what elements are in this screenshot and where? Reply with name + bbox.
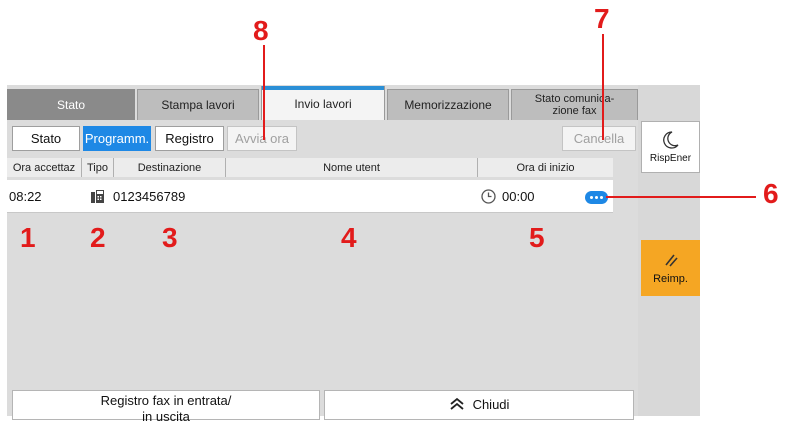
tab-memorizzazione[interactable]: Memorizzazione [387,89,509,120]
programmed-button[interactable]: Programm. [83,126,151,151]
callout-8: 8 [253,15,269,46]
row-start-time: 00:00 [502,188,535,204]
column-header-ora-di-inizio[interactable]: Ora di inizio [478,158,613,177]
callout-5: 5 [529,222,545,253]
callout-2: 2 [90,222,106,253]
row-destination: 0123456789 [113,188,186,204]
tab-stampa-lavori[interactable]: Stampa lavori [137,89,259,120]
energy-saver-label: RispEner [649,152,692,164]
moon-icon [662,130,679,149]
callout-1: 1 [20,222,36,253]
reset-icon [663,252,679,268]
callout-6: 6 [763,178,779,209]
reset-label: Reimp. [653,272,688,285]
chevrons-up-icon [449,397,465,411]
column-header-ora-accettaz[interactable]: Ora accettaz [7,158,82,177]
reset-button[interactable]: Reimp. [641,240,700,296]
callout-8-line [263,45,265,140]
callout-7: 7 [594,3,610,34]
callout-3: 3 [162,222,178,253]
callout-6-line [606,196,756,198]
tab-stato[interactable]: Stato [7,89,135,120]
stato-button[interactable]: Stato [12,126,80,151]
column-header-destinazione[interactable]: Destinazione [114,158,226,177]
row-time: 08:22 [9,188,42,204]
registro-button[interactable]: Registro [155,126,224,151]
close-label: Chiudi [472,397,510,412]
clock-icon [481,189,496,204]
tab-invio-lavori[interactable]: Invio lavori [261,86,385,120]
ellipsis-icon[interactable] [585,191,608,204]
avvia-ora-button[interactable]: Avvia ora [227,126,297,151]
callout-4: 4 [341,222,357,253]
callout-7-line [602,34,604,140]
energy-saver-button[interactable]: RispEner [641,121,700,173]
cancella-button[interactable]: Cancella [562,126,636,151]
column-header-tipo[interactable]: Tipo [82,158,114,177]
column-header-nome-utente[interactable]: Nome utent [226,158,478,177]
fax-icon [90,188,106,204]
tab-stato-comunicazione-fax[interactable]: Stato comunica- zione fax [511,89,638,120]
